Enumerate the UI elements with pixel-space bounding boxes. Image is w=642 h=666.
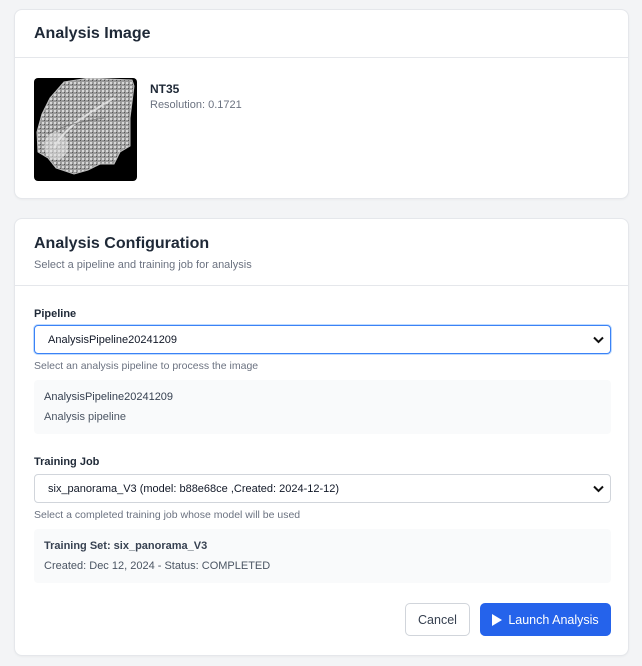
pipeline-help-text: Select an analysis pipeline to process t… — [34, 360, 259, 372]
cancel-button-label: Cancel — [418, 612, 457, 627]
cancel-button[interactable]: Cancel — [405, 603, 470, 636]
training-job-info-box: Training Set: six_panorama_V3 Created: D… — [34, 529, 611, 583]
pipeline-label: Pipeline — [34, 308, 77, 320]
training-set-info: Training Set: six_panorama_V3 — [44, 540, 208, 552]
training-job-select[interactable]: six_panorama_V3 (model: b88e68ce ,Create… — [34, 474, 611, 503]
analysis-configuration-card: Analysis Configuration Select a pipeline… — [14, 218, 629, 656]
analysis-image-header: Analysis Image — [15, 10, 628, 58]
pipeline-select[interactable]: AnalysisPipeline20241209 — [34, 325, 611, 354]
launch-analysis-button[interactable]: Launch Analysis — [480, 603, 611, 636]
training-job-selected-value: six_panorama_V3 (model: b88e68ce ,Create… — [48, 482, 340, 495]
pipeline-info-description: Analysis pipeline — [44, 411, 126, 423]
analysis-configuration-subtitle: Select a pipeline and training job for a… — [34, 259, 252, 271]
analysis-configuration-header: Analysis Configuration Select a pipeline… — [15, 219, 628, 286]
training-job-label: Training Job — [34, 456, 100, 468]
analysis-configuration-title: Analysis Configuration — [34, 235, 210, 252]
image-resolution: Resolution: 0.1721 — [150, 99, 242, 111]
chevron-down-icon — [586, 475, 610, 502]
pipeline-info-name: AnalysisPipeline20241209 — [44, 391, 174, 403]
analysis-image-card: Analysis Image NT35 Resolution: 0.1721 — [14, 9, 629, 199]
training-job-help-text: Select a completed training job whose mo… — [34, 509, 301, 521]
pipeline-selected-value: AnalysisPipeline20241209 — [48, 333, 178, 346]
analysis-image-title: Analysis Image — [34, 24, 151, 42]
image-name: NT35 — [150, 82, 180, 96]
training-job-status-info: Created: Dec 12, 2024 - Status: COMPLETE… — [44, 560, 271, 572]
image-thumbnail — [34, 78, 137, 181]
chevron-down-icon — [586, 326, 610, 353]
pipeline-info-box: AnalysisPipeline20241209 Analysis pipeli… — [34, 380, 611, 434]
play-icon — [492, 613, 503, 626]
launch-analysis-label: Launch Analysis — [508, 612, 599, 627]
